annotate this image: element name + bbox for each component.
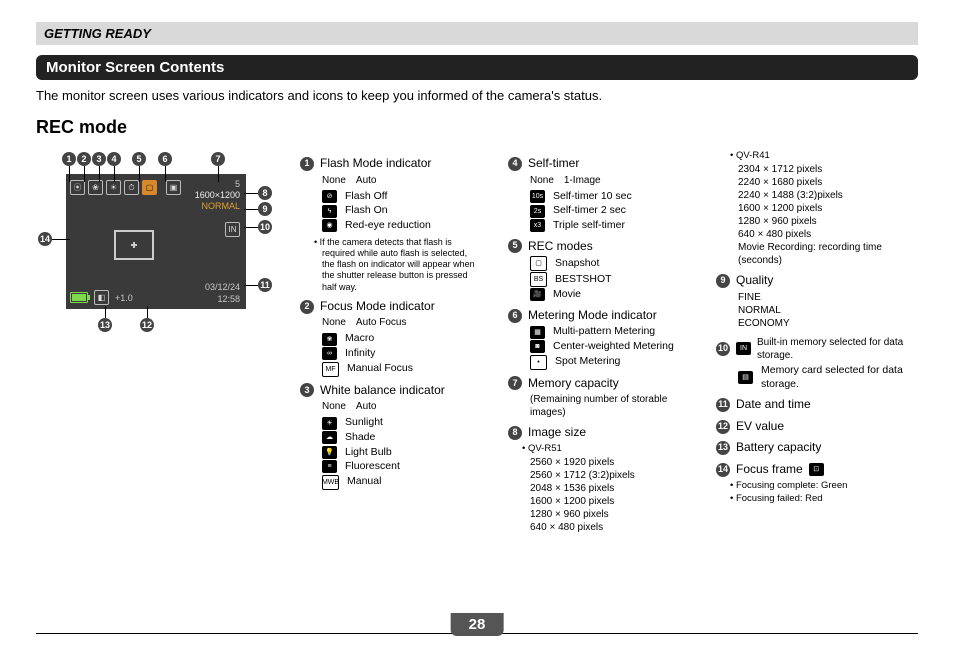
timer10-icon: 10s — [530, 190, 545, 203]
bullet-5: 5 — [508, 239, 522, 253]
bullet-6: 6 — [508, 309, 522, 323]
item-11-title: Date and time — [736, 397, 811, 413]
bullet-2: 2 — [300, 300, 314, 314]
battery-icon — [70, 292, 88, 303]
callout-7: 7 — [211, 152, 225, 166]
quality-label: NORMAL — [195, 201, 240, 212]
movie-icon: 🎥 — [530, 288, 545, 301]
item-2-title: Focus Mode indicator — [320, 299, 435, 315]
bullet-10: 10 — [716, 342, 730, 356]
callout-11: 11 — [258, 278, 272, 292]
bullet-11: 11 — [716, 398, 730, 412]
spot-meter-icon: • — [530, 355, 547, 370]
mwb-icon: MWB — [322, 475, 339, 490]
section-header: GETTING READY — [36, 22, 918, 45]
timerx3-icon: x3 — [530, 219, 545, 232]
memory-icon: IN — [225, 222, 240, 237]
legend-col-1: 1Flash Mode indicator NoneAuto ⊘Flash Of… — [300, 150, 480, 534]
bullet-12: 12 — [716, 420, 730, 434]
callout-3: 3 — [92, 152, 106, 166]
metering-icon: ▣ — [166, 180, 181, 195]
rec-mode-icon: ▢ — [142, 180, 157, 195]
snapshot-icon: ▢ — [530, 256, 547, 271]
lcd-screen: ⦿ ❀ ☀ ⏱ ▢ ▣ 5 1600×1200 NORMAL IN — [66, 174, 246, 309]
flash-on-icon: ϟ — [322, 205, 337, 218]
flash-off-icon: ⊘ — [322, 190, 337, 203]
callout-10: 10 — [258, 220, 272, 234]
bullet-13: 13 — [716, 441, 730, 455]
item-6-title: Metering Mode indicator — [528, 308, 657, 324]
item-9-title: Quality — [736, 273, 773, 289]
callout-9: 9 — [258, 202, 272, 216]
item-1-title: Flash Mode indicator — [320, 156, 431, 172]
ev-icon: ◧ — [94, 290, 109, 305]
callout-12: 12 — [140, 318, 154, 332]
item-14-title: Focus frame — [736, 462, 803, 478]
card-mem-icon: ▤ — [738, 371, 753, 384]
bullet-1: 1 — [300, 157, 314, 171]
redeye-icon: ◉ — [322, 219, 337, 232]
timer-icon: ⏱ — [124, 180, 139, 195]
mode-heading: REC mode — [36, 117, 918, 138]
legend-columns: 1Flash Mode indicator NoneAuto ⊘Flash Of… — [300, 150, 918, 534]
bestshot-icon: BS — [530, 272, 547, 287]
page-title: Monitor Screen Contents — [36, 55, 918, 80]
bullet-9: 9 — [716, 274, 730, 288]
item-13-title: Battery capacity — [736, 440, 821, 456]
macro-icon: ❀ — [322, 333, 337, 346]
item-7-title: Memory capacity — [528, 376, 619, 392]
manual-page: GETTING READY Monitor Screen Contents Th… — [0, 0, 954, 646]
bullet-3: 3 — [300, 383, 314, 397]
item-3-title: White balance indicator — [320, 383, 445, 399]
legend-col-3: • QV-R41 2304 × 1712 pixels 2240 × 1680 … — [716, 150, 906, 534]
bullet-4: 4 — [508, 157, 522, 171]
flash-note: • If the camera detects that flash is re… — [314, 237, 480, 293]
bullet-8: 8 — [508, 426, 522, 440]
bullet-7: 7 — [508, 376, 522, 390]
intro-text: The monitor screen uses various indicato… — [36, 88, 918, 103]
sun-icon: ☀ — [322, 417, 337, 430]
item-4-title: Self-timer — [528, 156, 579, 172]
timer2-icon: 2s — [530, 205, 545, 218]
focus-frame-icon — [114, 230, 154, 260]
callout-4: 4 — [107, 152, 121, 166]
legend-col-2: 4Self-timer None1-Image 10sSelf-timer 10… — [508, 150, 688, 534]
mf-icon: MF — [322, 362, 339, 377]
page-number: 28 — [451, 613, 504, 636]
infinity-icon: ∞ — [322, 347, 337, 360]
date-readout: 03/12/24 — [205, 281, 240, 293]
multi-meter-icon: ▦ — [530, 326, 545, 339]
bulb-icon: 💡 — [322, 446, 337, 459]
time-readout: 12:58 — [205, 293, 240, 305]
fluorescent-icon: ≡ — [322, 460, 337, 473]
callout-8: 8 — [258, 186, 272, 200]
page-footer: 28 — [36, 633, 918, 634]
item-8-title: Image size — [528, 425, 586, 441]
flash-icon: ⦿ — [70, 180, 85, 195]
callout-5: 5 — [132, 152, 146, 166]
bullet-14: 14 — [716, 463, 730, 477]
item-12-title: EV value — [736, 419, 784, 435]
callout-6: 6 — [158, 152, 172, 166]
builtin-mem-icon: IN — [736, 342, 751, 355]
focus-frame-small-icon: ⊡ — [809, 463, 824, 476]
shade-icon: ☁ — [322, 431, 337, 444]
qvr51-label: • QV-R51 — [522, 443, 688, 455]
callout-14: 14 — [38, 232, 52, 246]
ev-readout: +1.0 — [115, 293, 133, 303]
focus-icon: ❀ — [88, 180, 103, 195]
item-7-sub: (Remaining number of storable images) — [530, 393, 688, 419]
qvr41-label: • QV-R41 — [730, 150, 906, 162]
callout-13: 13 — [98, 318, 112, 332]
content-area: ⦿ ❀ ☀ ⏱ ▢ ▣ 5 1600×1200 NORMAL IN — [36, 150, 918, 534]
callout-1: 1 — [62, 152, 76, 166]
screen-diagram: ⦿ ❀ ☀ ⏱ ▢ ▣ 5 1600×1200 NORMAL IN — [36, 150, 282, 534]
callout-2: 2 — [77, 152, 91, 166]
center-meter-icon: ◙ — [530, 340, 545, 353]
wb-icon: ☀ — [106, 180, 121, 195]
item-5-title: REC modes — [528, 239, 593, 255]
image-size: 1600×1200 — [195, 190, 240, 201]
